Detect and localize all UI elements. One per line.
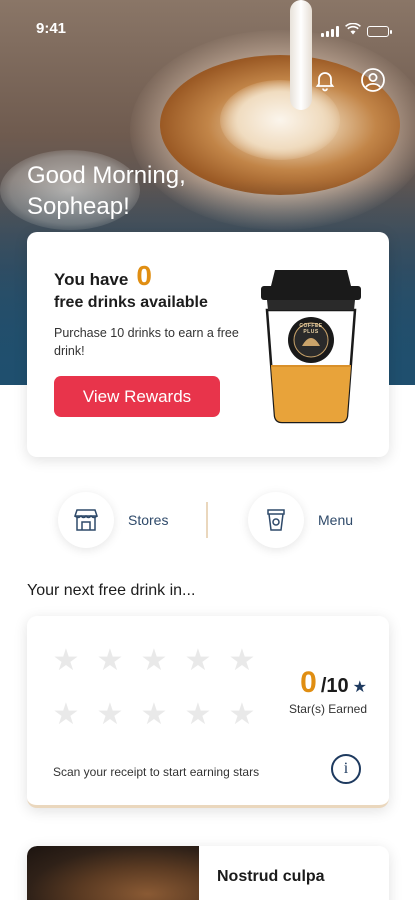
profile-icon[interactable] <box>359 66 387 94</box>
coffee-cup-illustration: COFFEE PLUS <box>259 266 363 426</box>
wifi-icon <box>345 22 361 40</box>
promo-image <box>27 846 199 900</box>
status-time: 9:41 <box>36 20 67 37</box>
stars-earned: 0 /10 ★ Star(s) Earned <box>289 666 367 716</box>
divider <box>206 502 208 538</box>
cellular-signal-icon <box>321 25 339 37</box>
earned-total: /10 <box>320 675 349 697</box>
menu-button[interactable]: Menu <box>248 492 353 548</box>
promo-card[interactable]: Nostrud culpa <box>27 846 389 900</box>
star-icon: ★ <box>228 698 256 731</box>
free-drinks-label: free drinks available <box>54 294 208 311</box>
stars-grid: ★ ★ ★ ★ ★ ★ ★ ★ ★ ★ <box>51 646 257 730</box>
purchase-hint: Purchase 10 drinks to earn a free drink! <box>54 326 239 358</box>
cup-icon <box>248 492 304 548</box>
cup-brand-text: COFFEE PLUS <box>299 323 323 335</box>
star-icon: ★ <box>96 698 124 731</box>
greeting: Good Morning, Sopheap! <box>27 160 287 222</box>
stores-label: Stores <box>128 512 169 528</box>
free-drinks-count: 0 <box>136 260 152 291</box>
info-icon[interactable]: i <box>331 754 361 784</box>
star-icon: ★ <box>184 644 212 677</box>
star-icon: ★ <box>228 644 256 677</box>
quick-actions: Stores Menu <box>0 492 415 552</box>
promo-title: Nostrud culpa <box>217 868 325 885</box>
bell-icon[interactable] <box>311 66 339 94</box>
next-drink-title: Your next free drink in... <box>27 582 196 599</box>
earned-label: Star(s) Earned <box>288 702 367 716</box>
star-icon: ★ <box>184 698 212 731</box>
you-have-label: You have <box>54 270 129 289</box>
star-icon: ★ <box>52 644 80 677</box>
scan-hint: Scan your receipt to start earning stars <box>53 765 260 779</box>
star-icon: ★ <box>52 698 80 731</box>
user-name: Sopheap! <box>27 193 130 220</box>
star-icon: ★ <box>140 698 168 731</box>
view-rewards-button[interactable]: View Rewards <box>54 376 220 417</box>
star-icon: ★ <box>140 644 168 677</box>
top-actions <box>311 66 387 94</box>
star-icon: ★ <box>96 644 124 677</box>
greeting-line: Good Morning, <box>27 162 186 189</box>
rewards-card: You have 0 free drinks available Purchas… <box>27 232 389 457</box>
status-bar: 9:41 <box>0 0 415 56</box>
stars-card: ★ ★ ★ ★ ★ ★ ★ ★ ★ ★ 0 /10 ★ Star(s) Earn… <box>27 616 389 808</box>
star-small-icon: ★ <box>352 679 367 696</box>
earned-count: 0 <box>300 666 317 699</box>
battery-icon <box>367 25 392 37</box>
menu-label: Menu <box>318 512 354 528</box>
stores-button[interactable]: Stores <box>58 492 168 548</box>
store-icon <box>58 492 114 548</box>
